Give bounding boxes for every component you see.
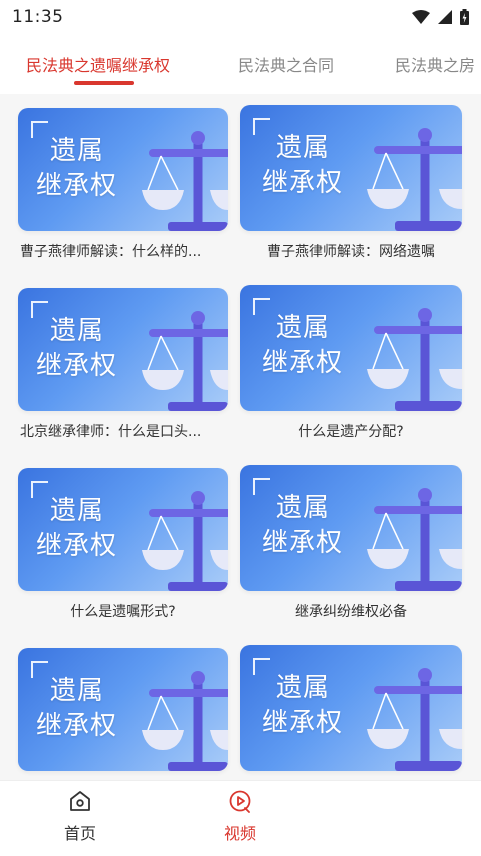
tab-will-inheritance[interactable]: 民法典之遗嘱继承权 <box>26 52 170 76</box>
active-tab-indicator <box>74 81 134 85</box>
thumbnail-caption: 遗属 继承权 <box>36 316 118 381</box>
nav-video-label: 视频 <box>223 824 256 843</box>
nav-home[interactable]: 首页 <box>40 789 120 844</box>
thumbnail-caption: 遗属 继承权 <box>36 676 118 741</box>
thumbnail-caption: 遗属 继承权 <box>262 133 344 198</box>
video-thumbnail[interactable]: 遗属 继承权 <box>18 648 228 771</box>
thumbnail-caption: 遗属 继承权 <box>262 313 344 378</box>
video-card[interactable]: 遗属 继承权 曹子燕律师解读：什么样的... <box>18 108 228 261</box>
video-card[interactable]: 遗属 继承权 <box>18 648 228 780</box>
video-card[interactable]: 遗属 继承权 北京继承律师：什么是口头... <box>18 288 228 441</box>
video-card[interactable]: 遗属 继承权 什么是遗嘱形式? <box>18 468 228 621</box>
thumbnail-caption: 遗属 继承权 <box>262 493 344 558</box>
status-time: 11:35 <box>12 7 64 27</box>
video-title[interactable]: 什么是遗嘱形式? <box>18 601 228 621</box>
status-bar: 11:35 <box>0 0 481 34</box>
tab-contract[interactable]: 民法典之合同 <box>238 52 334 76</box>
video-title[interactable]: 曹子燕律师解读：什么样的... <box>18 241 228 261</box>
video-thumbnail[interactable]: 遗属 继承权 <box>240 285 462 411</box>
category-tabs: 民法典之遗嘱继承权 民法典之合同 民法典之房 <box>0 34 481 94</box>
video-card[interactable]: 遗属 继承权 什么是遗产分配? <box>240 285 462 441</box>
video-thumbnail[interactable]: 遗属 继承权 <box>18 468 228 591</box>
video-card[interactable]: 遗属 继承权 继承纠纷维权必备 <box>240 465 462 621</box>
video-title[interactable]: 继承纠纷维权必备 <box>240 601 462 621</box>
nav-video[interactable]: 视频 <box>200 789 280 844</box>
video-thumbnail[interactable]: 遗属 继承权 <box>240 105 462 231</box>
video-title[interactable]: 曹子燕律师解读：网络遗嘱 <box>240 241 462 261</box>
battery-icon <box>460 9 469 25</box>
signal-icon <box>438 10 452 24</box>
wifi-icon <box>412 10 430 24</box>
video-card[interactable]: 遗属 继承权 <box>240 645 462 780</box>
home-icon <box>70 791 90 811</box>
video-grid: 遗属 继承权 曹子燕律师解读：什么样的... 遗属 继承权 曹子燕律师解读：网络… <box>0 94 481 780</box>
video-thumbnail[interactable]: 遗属 继承权 <box>18 108 228 231</box>
video-title[interactable]: 什么是遗产分配? <box>240 421 462 441</box>
video-thumbnail[interactable]: 遗属 继承权 <box>240 645 462 771</box>
tab-property[interactable]: 民法典之房 <box>395 52 475 76</box>
thumbnail-caption: 遗属 继承权 <box>36 136 118 201</box>
video-thumbnail[interactable]: 遗属 继承权 <box>240 465 462 591</box>
thumbnail-caption: 遗属 继承权 <box>36 496 118 561</box>
nav-home-label: 首页 <box>63 824 96 843</box>
thumbnail-caption: 遗属 继承权 <box>262 673 344 738</box>
bottom-navigation: 首页 视频 <box>0 780 481 856</box>
video-play-icon <box>229 790 251 813</box>
video-title[interactable]: 北京继承律师：什么是口头... <box>18 421 228 441</box>
status-icons <box>412 9 469 25</box>
video-thumbnail[interactable]: 遗属 继承权 <box>18 288 228 411</box>
video-card[interactable]: 遗属 继承权 曹子燕律师解读：网络遗嘱 <box>240 105 462 261</box>
